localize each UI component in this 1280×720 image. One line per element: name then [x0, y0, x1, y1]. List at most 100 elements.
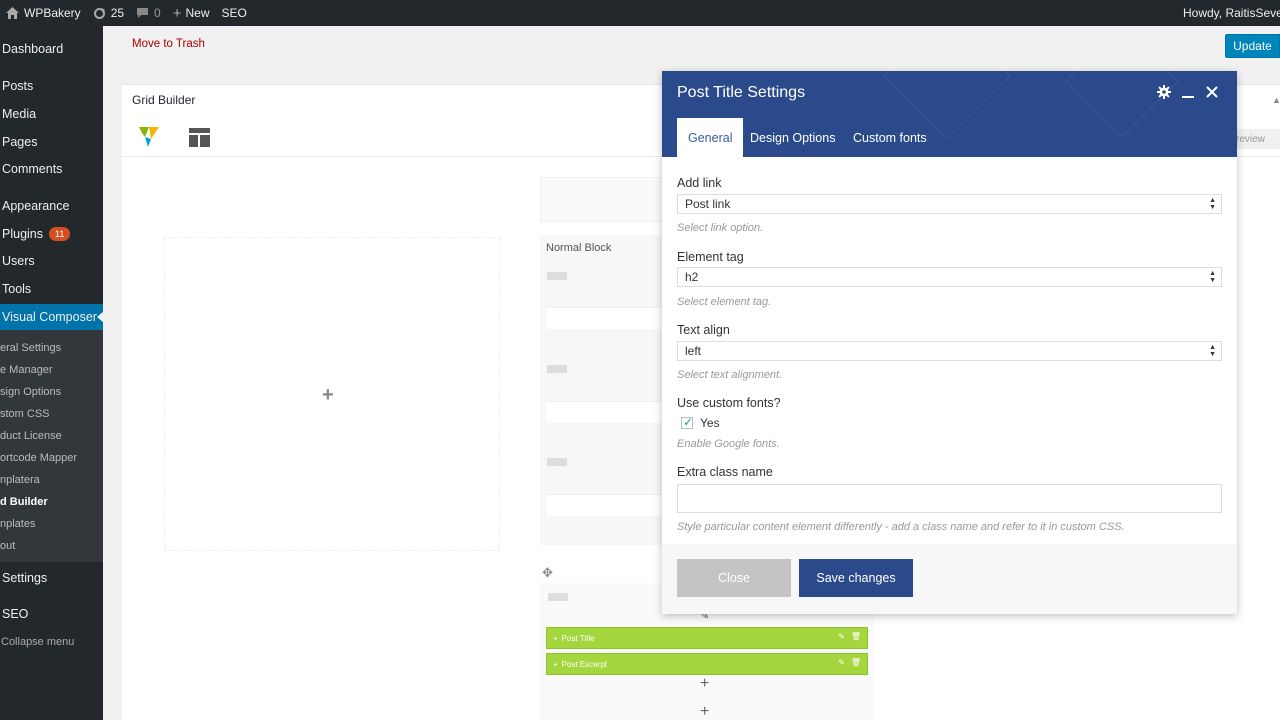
- updates-count: 25: [110, 6, 125, 20]
- plugins-update-badge: 11: [49, 227, 71, 241]
- row-drag-handle-icon[interactable]: [547, 365, 567, 373]
- tab-general[interactable]: General: [677, 118, 744, 157]
- close-button[interactable]: Close: [677, 559, 791, 597]
- submenu-item-general-settings[interactable]: eral Settings: [0, 342, 61, 354]
- submenu-item-product-license[interactable]: duct License: [0, 430, 62, 442]
- sidebar-item-label: Pages: [2, 135, 38, 149]
- add-row-plus-icon[interactable]: +: [700, 703, 709, 720]
- add-link-select[interactable]: Post link ▲ ▼: [677, 194, 1222, 214]
- howdy-user[interactable]: Howdy, RaitisSevelis: [1183, 0, 1280, 26]
- grid-builder-title: Grid Builder: [132, 93, 196, 107]
- sidebar-item-label: Dashboard: [2, 42, 64, 56]
- extra-class-input[interactable]: [677, 484, 1222, 513]
- panel-toggle-icon[interactable]: ▲: [1272, 95, 1280, 105]
- sidebar-item-label: Comments: [2, 162, 63, 176]
- new-label: New: [185, 6, 210, 20]
- sidebar-item-label: Users: [2, 254, 35, 268]
- plus-icon: +: [172, 4, 182, 22]
- close-icon[interactable]: [1205, 85, 1219, 99]
- new-content-link[interactable]: + New: [167, 0, 216, 26]
- tab-custom-fonts[interactable]: Custom fonts: [842, 118, 938, 157]
- text-align-select[interactable]: left ▲ ▼: [677, 341, 1222, 361]
- submenu-item-about[interactable]: out: [0, 540, 15, 552]
- add-element-plus-icon[interactable]: +: [322, 384, 334, 407]
- sidebar-item-media[interactable]: Media: [2, 101, 36, 127]
- plus-icon[interactable]: +: [553, 660, 558, 669]
- sidebar-item-seo[interactable]: SEO: [2, 601, 28, 627]
- collapse-menu-label: Collapse menu: [1, 636, 75, 648]
- select-value: left: [685, 344, 702, 358]
- sidebar-item-pages[interactable]: Pages: [2, 129, 37, 155]
- updates-link[interactable]: 25: [87, 0, 130, 26]
- submenu-item-templatera[interactable]: nplatera: [0, 474, 40, 486]
- site-name-link[interactable]: WPBakery: [0, 0, 87, 26]
- text-align-label: Text align: [677, 323, 730, 337]
- sidebar-item-label: SEO: [2, 607, 29, 621]
- visual-composer-logo-icon[interactable]: [137, 125, 161, 149]
- seo-label: SEO: [221, 6, 247, 20]
- sidebar-item-tools[interactable]: Tools: [2, 276, 31, 302]
- comments-link[interactable]: 0: [130, 0, 167, 26]
- submenu-item-templates[interactable]: nplates: [0, 518, 35, 530]
- select-value: h2: [685, 270, 699, 284]
- sidebar-item-visual-composer[interactable]: Visual Composer: [2, 304, 97, 330]
- element-label: Post Excerpt: [561, 659, 608, 669]
- sidebar-item-plugins[interactable]: Plugins 11: [2, 221, 71, 247]
- add-link-label: Add link: [677, 176, 722, 190]
- select-arrows-icon: ▲ ▼: [1209, 270, 1216, 284]
- row-drag-handle-icon[interactable]: [548, 593, 568, 601]
- submenu-item-role-manager[interactable]: e Manager: [0, 364, 53, 376]
- update-button[interactable]: Update: [1225, 34, 1280, 58]
- post-title-element[interactable]: + Post Title ✎ 🗑: [546, 627, 868, 649]
- save-changes-button[interactable]: Save changes: [799, 559, 913, 597]
- minimize-icon[interactable]: [1181, 85, 1195, 99]
- sidebar-item-dashboard[interactable]: Dashboard: [2, 36, 63, 62]
- howdy-label: Howdy, RaitisSevelis: [1183, 6, 1280, 20]
- preview-button[interactable]: review: [1230, 129, 1280, 149]
- submenu-item-design-options[interactable]: sign Options: [0, 386, 61, 398]
- select-arrows-icon: ▲ ▼: [1209, 197, 1216, 211]
- admin-bar: WPBakery 25 0 + New SEO Howdy, RaitisSev…: [0, 0, 1280, 26]
- sidebar-item-posts[interactable]: Posts: [2, 73, 33, 99]
- custom-fonts-checkbox-label: Yes: [700, 416, 720, 430]
- submenu-item-custom-css[interactable]: stom CSS: [0, 408, 50, 420]
- modal-header: Post Title Settings General Design Optio…: [662, 71, 1237, 157]
- post-title-settings-modal: Post Title Settings General Design Optio…: [662, 71, 1237, 614]
- edit-pencil-icon[interactable]: ✎: [838, 632, 845, 641]
- sidebar-item-comments[interactable]: Comments: [2, 156, 62, 182]
- trash-icon[interactable]: 🗑: [851, 632, 861, 641]
- home-icon: [6, 7, 19, 19]
- element-controls: ✎ 🗑: [838, 632, 861, 641]
- comments-count: 0: [154, 6, 161, 20]
- text-align-help: Select text alignment.: [677, 369, 783, 381]
- edit-pencil-icon[interactable]: ✎: [838, 658, 845, 667]
- element-tag-select[interactable]: h2 ▲ ▼: [677, 267, 1222, 287]
- gear-icon[interactable]: [1157, 85, 1171, 99]
- sidebar-item-users[interactable]: Users: [2, 248, 35, 274]
- select-arrows-icon: ▲ ▼: [1209, 344, 1216, 358]
- element-label: Post Title: [561, 633, 595, 643]
- submenu-item-grid-builder[interactable]: d Builder: [0, 496, 48, 508]
- custom-fonts-help: Enable Google fonts.: [677, 438, 780, 450]
- layout-template-icon[interactable]: [189, 128, 210, 147]
- sidebar-item-label: Visual Composer: [2, 310, 97, 324]
- trash-icon[interactable]: 🗑: [851, 658, 861, 667]
- move-icon[interactable]: ✥: [542, 565, 553, 581]
- seo-link[interactable]: SEO: [216, 0, 253, 26]
- header-decoration: [1065, 71, 1179, 138]
- submenu-item-shortcode-mapper[interactable]: ortcode Mapper: [0, 452, 77, 464]
- row-drag-handle-icon[interactable]: [547, 272, 567, 280]
- site-name: WPBakery: [24, 6, 81, 20]
- select-value: Post link: [685, 197, 731, 211]
- sidebar-item-settings[interactable]: Settings: [2, 565, 47, 591]
- move-to-trash-link[interactable]: Move to Trash: [132, 38, 205, 50]
- add-link-help: Select link option.: [677, 222, 764, 234]
- collapse-menu-button[interactable]: Collapse menu: [1, 629, 74, 655]
- sidebar-item-label: Appearance: [2, 199, 70, 213]
- row-drag-handle-icon[interactable]: [547, 458, 567, 466]
- sidebar-item-appearance[interactable]: Appearance: [2, 193, 69, 219]
- post-excerpt-element[interactable]: + Post Excerpt ✎ 🗑: [546, 653, 868, 675]
- tab-design-options[interactable]: Design Options: [739, 118, 846, 157]
- plus-icon[interactable]: +: [553, 634, 558, 643]
- add-element-plus-icon[interactable]: +: [700, 675, 709, 693]
